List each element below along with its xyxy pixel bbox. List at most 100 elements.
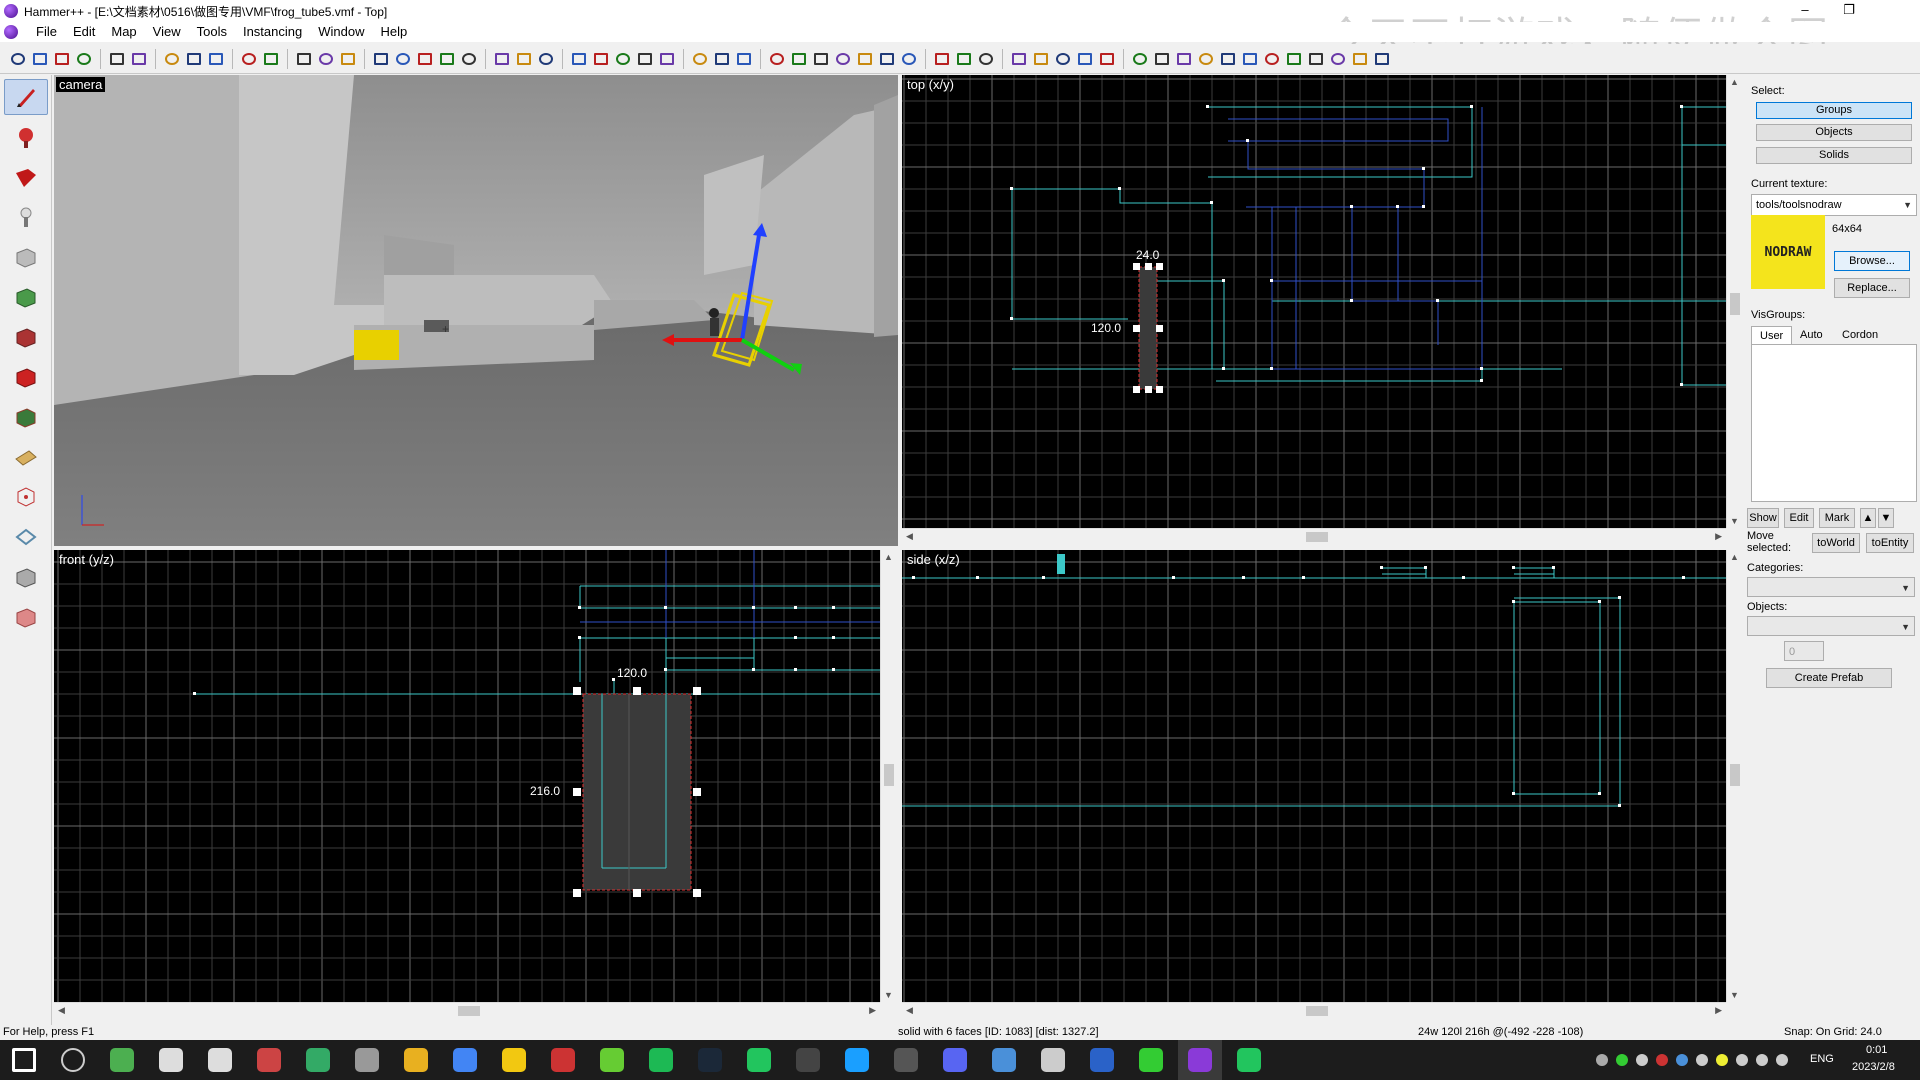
toolbar-button-icon[interactable] [514, 49, 534, 69]
toolbar-button-icon[interactable] [536, 49, 556, 69]
toolbar-button-icon[interactable] [107, 49, 127, 69]
decal-tool-icon[interactable] [4, 359, 48, 395]
toolbar-button-icon[interactable] [657, 49, 677, 69]
minimize-icon[interactable]: – [1790, 0, 1820, 22]
language-indicator[interactable]: ENG [1810, 1053, 1834, 1065]
taskbar-app-icon[interactable] [159, 1048, 183, 1072]
tray-icon[interactable] [1656, 1054, 1668, 1066]
menu-help[interactable]: Help [372, 22, 415, 42]
top-v-scrollbar[interactable]: ▲ ▼ [1726, 75, 1742, 528]
toolbar-button-icon[interactable] [371, 49, 391, 69]
cordon-tool-icon[interactable] [4, 559, 48, 595]
tray-icon[interactable] [1776, 1054, 1788, 1066]
magnify-tool-icon[interactable] [4, 119, 48, 155]
toolbar-button-icon[interactable] [1262, 49, 1282, 69]
tray-icon[interactable] [1716, 1054, 1728, 1066]
create-prefab-button[interactable]: Create Prefab [1766, 668, 1892, 688]
taskbar-app-icon[interactable] [1139, 1048, 1163, 1072]
tab-auto[interactable]: Auto [1792, 326, 1831, 344]
toolbar-button-icon[interactable] [338, 49, 358, 69]
toolbar-button-icon[interactable] [1284, 49, 1304, 69]
tab-cordon[interactable]: Cordon [1834, 326, 1886, 344]
objects-count-spinner[interactable]: 0 [1784, 641, 1824, 661]
tray-icon[interactable] [1596, 1054, 1608, 1066]
taskbar-app-icon[interactable] [845, 1048, 869, 1072]
top-viewport[interactable]: top (x/y) 24.0 120.0 [902, 75, 1726, 528]
to-entity-button[interactable]: toEntity [1866, 533, 1914, 553]
menu-view[interactable]: View [145, 22, 189, 42]
toolbar-button-icon[interactable] [437, 49, 457, 69]
toolbar-button-icon[interactable] [833, 49, 853, 69]
block-tool-icon[interactable] [4, 239, 48, 275]
taskbar-app-icon[interactable] [110, 1048, 134, 1072]
tray-icon[interactable] [1616, 1054, 1628, 1066]
side-h-scrollbar[interactable]: ◀ ▶ [902, 1002, 1726, 1018]
toolbar-button-icon[interactable] [415, 49, 435, 69]
tray-icon[interactable] [1696, 1054, 1708, 1066]
overlay-tool-icon[interactable] [4, 399, 48, 435]
taskbar-app-icon[interactable] [698, 1048, 722, 1072]
toolbar-button-icon[interactable] [734, 49, 754, 69]
tray-icon[interactable] [1736, 1054, 1748, 1066]
toolbar-button-icon[interactable] [712, 49, 732, 69]
toolbar-button-icon[interactable] [8, 49, 28, 69]
top-h-scrollbar[interactable]: ◀ ▶ [902, 528, 1726, 544]
restore-icon[interactable]: ❐ [1834, 0, 1864, 22]
texture-combo[interactable]: tools/toolsnodraw ▼ [1751, 194, 1917, 216]
front-viewport[interactable]: front (y/z) 120.0 216.0 [54, 550, 880, 1002]
search-icon[interactable] [61, 1048, 85, 1072]
tray-icon[interactable] [1676, 1054, 1688, 1066]
select-objects-button[interactable]: Objects [1756, 124, 1912, 141]
toolbar-button-icon[interactable] [976, 49, 996, 69]
toolbar-button-icon[interactable] [899, 49, 919, 69]
toolbar-button-icon[interactable] [1130, 49, 1150, 69]
side-v-scrollbar[interactable]: ▲ ▼ [1726, 550, 1742, 1002]
vertex-tool-icon[interactable] [4, 479, 48, 515]
visgroups-list[interactable] [1751, 344, 1917, 502]
replace-button[interactable]: Replace... [1834, 278, 1910, 298]
taskbar-app-icon[interactable] [649, 1048, 673, 1072]
toolbar-button-icon[interactable] [613, 49, 633, 69]
clock-time[interactable]: 0:01 [1866, 1044, 1887, 1056]
side-viewport[interactable]: side (x/z) [902, 550, 1726, 1002]
clock-date[interactable]: 2023/2/8 [1852, 1061, 1895, 1073]
taskbar-app-icon[interactable] [1041, 1048, 1065, 1072]
toolbar-button-icon[interactable] [74, 49, 94, 69]
toolbar-button-icon[interactable] [316, 49, 336, 69]
toolbar-button-icon[interactable] [492, 49, 512, 69]
toolbar-button-icon[interactable] [954, 49, 974, 69]
toolbar-button-icon[interactable] [1372, 49, 1392, 69]
taskbar-app-icon[interactable] [404, 1048, 428, 1072]
toolbar-button-icon[interactable] [932, 49, 952, 69]
taskbar-app-icon[interactable] [257, 1048, 281, 1072]
document-icon[interactable] [4, 25, 18, 39]
taskbar-app-icon[interactable] [306, 1048, 330, 1072]
taskbar-app-icon[interactable] [453, 1048, 477, 1072]
tab-user[interactable]: User [1751, 326, 1793, 344]
tray-icon[interactable] [1636, 1054, 1648, 1066]
toolbar-button-icon[interactable] [591, 49, 611, 69]
show-button[interactable]: Show [1747, 508, 1779, 528]
toolbar-button-icon[interactable] [294, 49, 314, 69]
windows-start-icon[interactable] [12, 1048, 36, 1072]
toolbar-button-icon[interactable] [393, 49, 413, 69]
toolbar-button-icon[interactable] [1218, 49, 1238, 69]
taskbar-app-icon[interactable] [894, 1048, 918, 1072]
toolbar-button-icon[interactable] [690, 49, 710, 69]
toolbar-button-icon[interactable] [1097, 49, 1117, 69]
toolbar-button-icon[interactable] [1306, 49, 1326, 69]
toolbar-button-icon[interactable] [1240, 49, 1260, 69]
select-solids-button[interactable]: Solids [1756, 147, 1912, 164]
menu-file[interactable]: File [28, 22, 65, 42]
texture-tool-icon[interactable] [4, 279, 48, 315]
taskbar-app-icon[interactable] [600, 1048, 624, 1072]
taskbar-app-icon[interactable] [1090, 1048, 1114, 1072]
toolbar-button-icon[interactable] [569, 49, 589, 69]
toolbar-button-icon[interactable] [1350, 49, 1370, 69]
toolbar-button-icon[interactable] [162, 49, 182, 69]
menu-map[interactable]: Map [103, 22, 144, 42]
camera-tool-icon[interactable] [4, 159, 48, 195]
taskbar-app-icon[interactable] [355, 1048, 379, 1072]
tray-icon[interactable] [1756, 1054, 1768, 1066]
clipping-tool-icon[interactable] [4, 439, 48, 475]
